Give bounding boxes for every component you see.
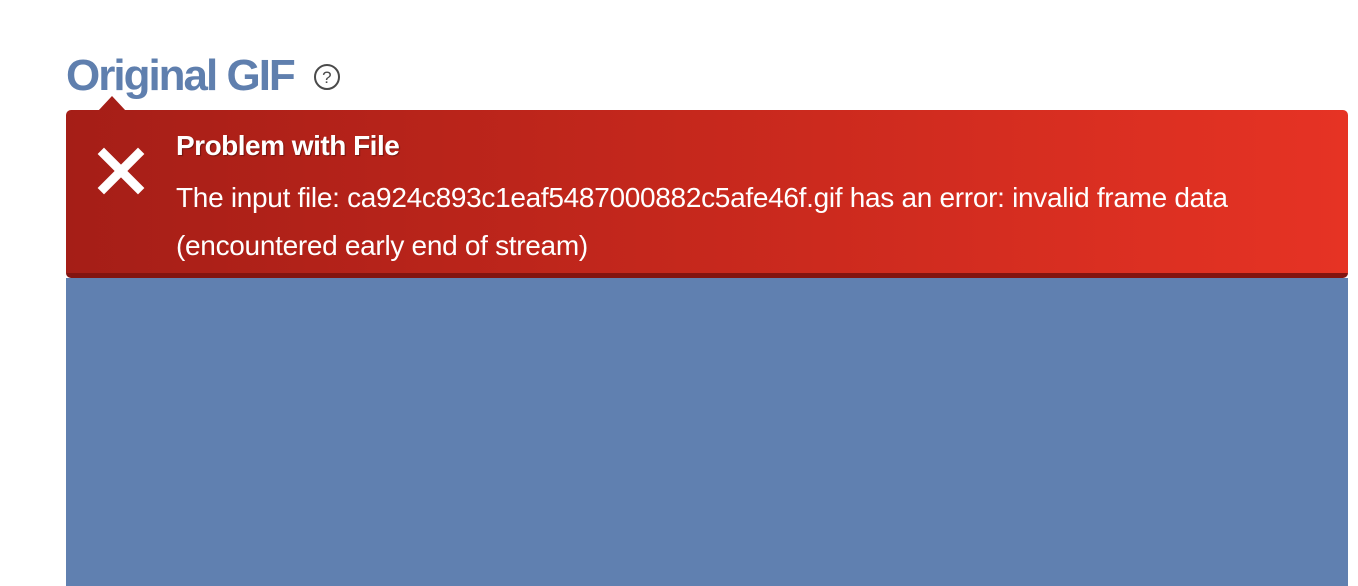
alert-title: Problem with File [176,130,400,161]
help-icon[interactable]: ? [313,64,340,90]
close-x-icon[interactable] [96,146,146,196]
gif-preview-area [66,278,1348,586]
section-title: Original GIF [66,51,296,100]
alert-pointer [98,96,126,111]
error-alert: Problem with File The input file: ca924c… [66,110,1348,278]
page: Original GIF ? Problem with File The inp… [0,0,1358,586]
alert-message: The input file: ca924c893c1eaf5487000882… [176,182,1228,261]
